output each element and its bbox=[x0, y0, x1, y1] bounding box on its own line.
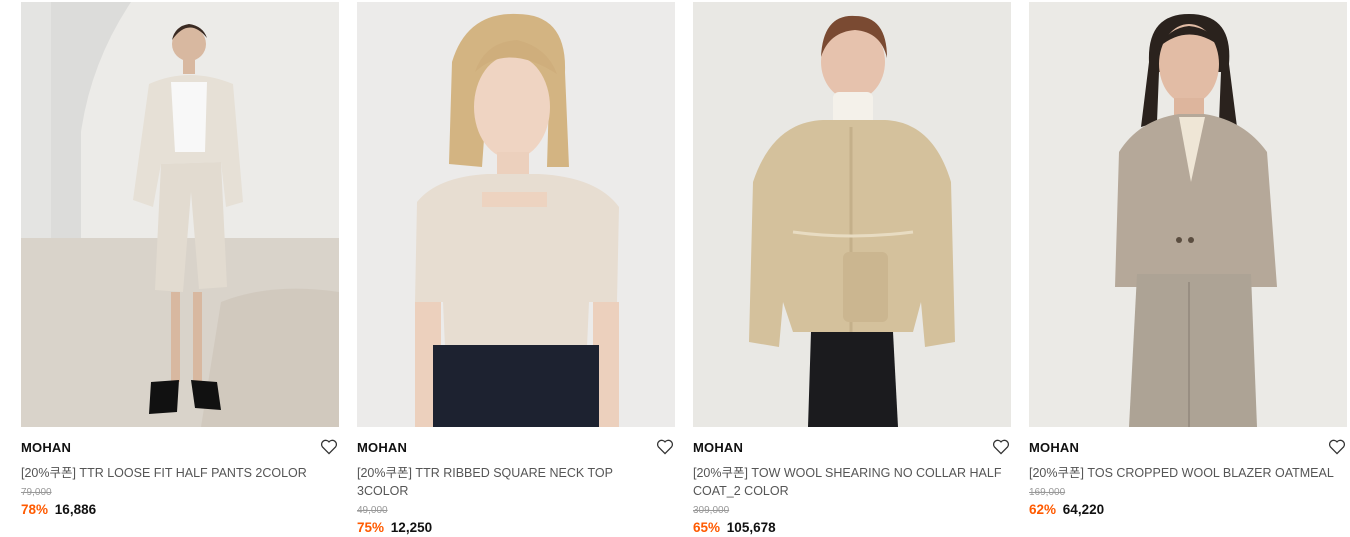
price-line: 62% 64,220 bbox=[1029, 501, 1347, 519]
product-grid: MOHAN [20%쿠폰] TTR LOOSE FIT HALF PANTS 2… bbox=[21, 2, 1347, 537]
product-card[interactable]: MOHAN [20%쿠폰] TTR RIBBED SQUARE NECK TOP… bbox=[357, 2, 675, 537]
heart-icon[interactable] bbox=[1328, 439, 1346, 455]
product-meta: MOHAN [20%쿠폰] TOW WOOL SHEARING NO COLLA… bbox=[693, 427, 1011, 537]
original-price: 309,000 bbox=[693, 505, 730, 516]
price-line: 75% 12,250 bbox=[357, 519, 675, 537]
product-meta: MOHAN [20%쿠폰] TOS CROPPED WOOL BLAZER OA… bbox=[1029, 427, 1347, 519]
heart-icon[interactable] bbox=[320, 439, 338, 455]
product-name[interactable]: [20%쿠폰] TOW WOOL SHEARING NO COLLAR HALF… bbox=[693, 464, 1003, 500]
model-photo-shearing-coat bbox=[693, 2, 1011, 427]
product-name[interactable]: [20%쿠폰] TOS CROPPED WOOL BLAZER OATMEAL bbox=[1029, 464, 1339, 482]
price-line: 65% 105,678 bbox=[693, 519, 1011, 537]
sale-price: 16,886 bbox=[54, 502, 97, 517]
sale-price: 64,220 bbox=[1062, 502, 1105, 517]
product-image[interactable] bbox=[357, 2, 675, 427]
product-image[interactable] bbox=[1029, 2, 1347, 427]
model-photo-square-neck-top bbox=[357, 2, 675, 427]
product-meta: MOHAN [20%쿠폰] TTR LOOSE FIT HALF PANTS 2… bbox=[21, 427, 339, 519]
product-name[interactable]: [20%쿠폰] TTR RIBBED SQUARE NECK TOP 3COLO… bbox=[357, 464, 667, 500]
heart-icon[interactable] bbox=[992, 439, 1010, 455]
original-price: 49,000 bbox=[357, 505, 388, 516]
heart-icon[interactable] bbox=[656, 439, 674, 455]
original-price: 79,000 bbox=[21, 487, 52, 498]
original-price: 169,000 bbox=[1029, 487, 1066, 498]
product-card[interactable]: MOHAN [20%쿠폰] TOS CROPPED WOOL BLAZER OA… bbox=[1029, 2, 1347, 537]
product-image[interactable] bbox=[693, 2, 1011, 427]
brand-name[interactable]: MOHAN bbox=[693, 440, 1011, 456]
product-name[interactable]: [20%쿠폰] TTR LOOSE FIT HALF PANTS 2COLOR bbox=[21, 464, 331, 482]
discount-rate: 62% bbox=[1029, 502, 1057, 517]
brand-name[interactable]: MOHAN bbox=[1029, 440, 1347, 456]
product-card[interactable]: MOHAN [20%쿠폰] TTR LOOSE FIT HALF PANTS 2… bbox=[21, 2, 339, 537]
model-photo-beige-suit-shorts bbox=[21, 2, 339, 427]
product-image[interactable] bbox=[21, 2, 339, 427]
brand-name[interactable]: MOHAN bbox=[357, 440, 675, 456]
product-card[interactable]: MOHAN [20%쿠폰] TOW WOOL SHEARING NO COLLA… bbox=[693, 2, 1011, 537]
model-photo-wool-blazer bbox=[1029, 2, 1347, 427]
discount-rate: 78% bbox=[21, 502, 49, 517]
product-meta: MOHAN [20%쿠폰] TTR RIBBED SQUARE NECK TOP… bbox=[357, 427, 675, 537]
brand-name[interactable]: MOHAN bbox=[21, 440, 339, 456]
price-line: 78% 16,886 bbox=[21, 501, 339, 519]
